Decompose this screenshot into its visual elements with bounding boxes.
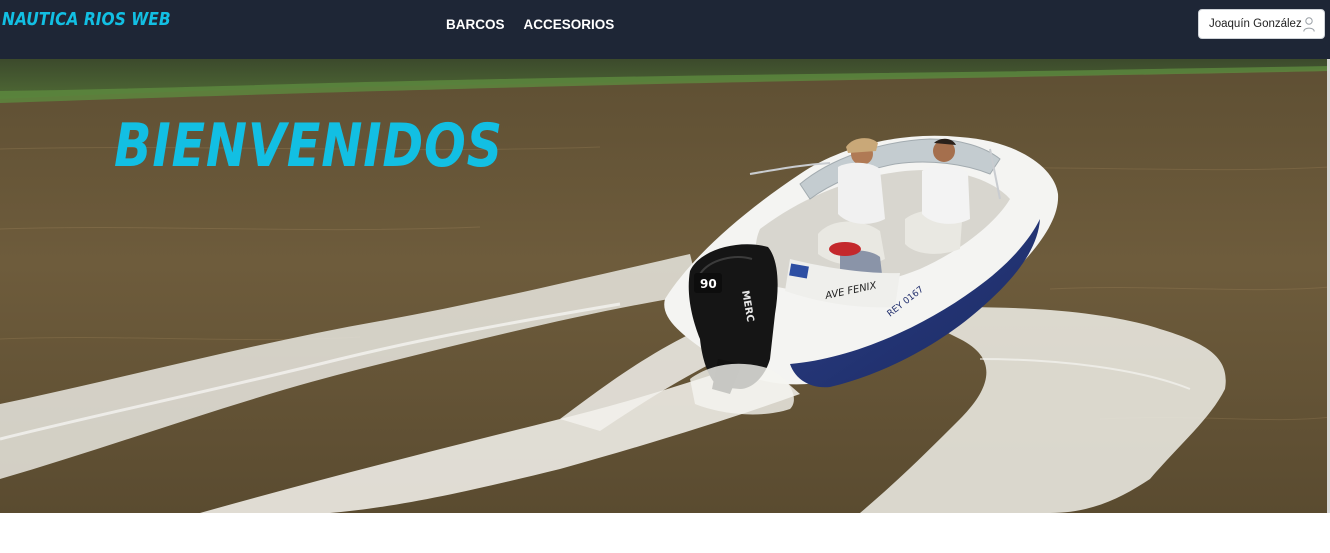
nav-links: BARCOS ACCESORIOS xyxy=(446,17,614,32)
top-navbar: NAUTICA RIOS WEB BARCOS ACCESORIOS Joaqu… xyxy=(0,0,1330,59)
hero-title: BIENVENIDOS xyxy=(114,111,503,181)
engine-power-label: 90 xyxy=(700,277,717,291)
user-name: Joaquín González xyxy=(1209,18,1302,30)
nav-link-barcos[interactable]: BARCOS xyxy=(446,17,505,32)
user-menu-button[interactable]: Joaquín González xyxy=(1198,9,1325,39)
brand-logo-link[interactable]: NAUTICA RIOS WEB xyxy=(2,9,171,30)
hero-banner: AVE FENIX REY 0167 90 MERC BIENVENIDOS xyxy=(0,59,1330,513)
user-icon xyxy=(1303,17,1315,32)
nav-link-accesorios[interactable]: ACCESORIOS xyxy=(524,17,615,32)
